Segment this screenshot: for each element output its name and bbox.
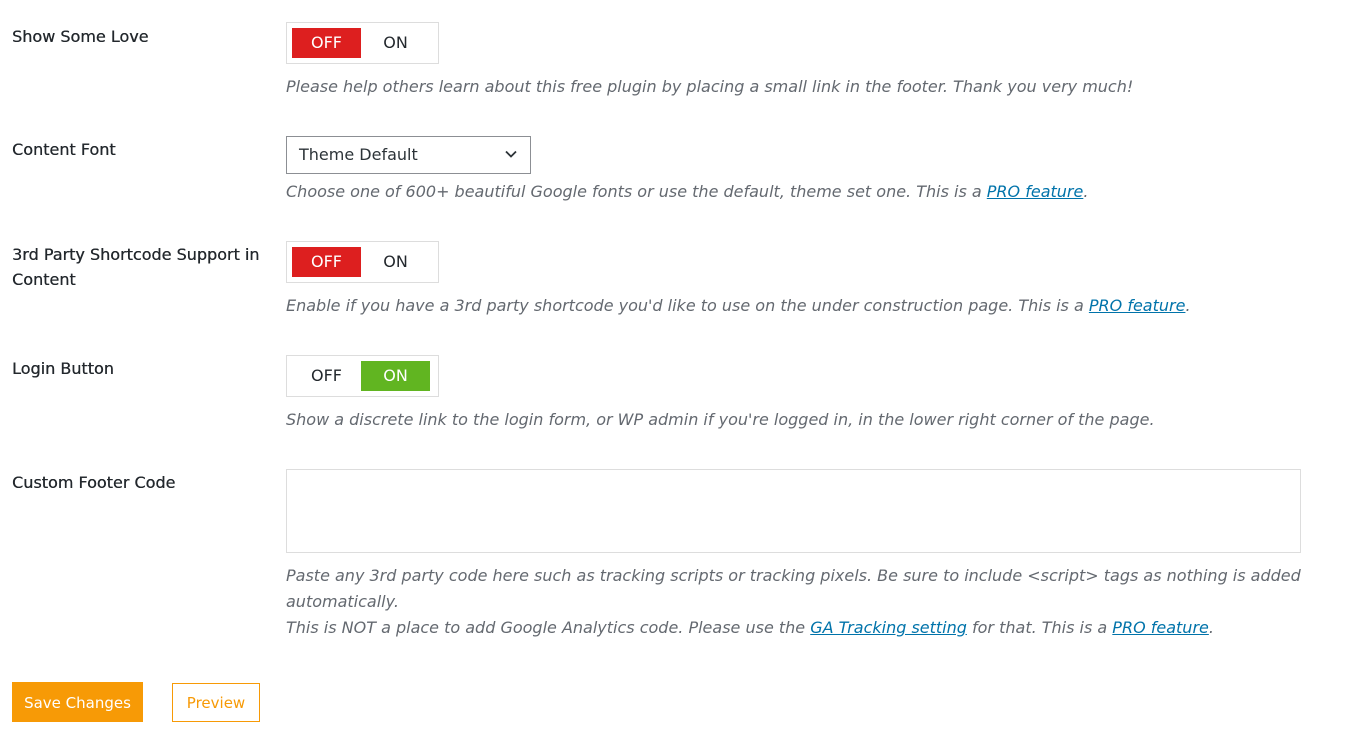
save-changes-button[interactable]: Save Changes: [12, 682, 143, 722]
show-some-love-label: Show Some Love: [12, 27, 149, 46]
content-font-description-text: Choose one of 600+ beautiful Google font…: [286, 182, 987, 201]
content-font-description: Choose one of 600+ beautiful Google font…: [286, 179, 1088, 205]
show-some-love-toggle[interactable]: OFF ON: [286, 22, 439, 64]
shortcode-support-label: 3rd Party Shortcode Support in Content: [12, 245, 260, 289]
show-some-love-description: Please help others learn about this free…: [286, 77, 1134, 96]
custom-footer-code-line3-middle: for that. This is a: [966, 618, 1113, 637]
shortcode-support-description: Enable if you have a 3rd party shortcode…: [286, 293, 1191, 319]
preview-button[interactable]: Preview: [172, 683, 260, 722]
custom-footer-code-description-line2: automatically.: [286, 592, 399, 611]
custom-footer-code-label: Custom Footer Code: [12, 473, 176, 492]
login-button-field: OFF ON Show a discrete link to the login…: [286, 355, 1155, 433]
custom-footer-code-line3-suffix: .: [1208, 618, 1214, 637]
show-some-love-off-option[interactable]: OFF: [292, 28, 361, 58]
custom-footer-code-description-line1: Paste any 3rd party code here such as tr…: [286, 566, 1301, 585]
login-button-toggle[interactable]: OFF ON: [286, 355, 439, 397]
custom-footer-code-textarea[interactable]: [286, 469, 1301, 553]
shortcode-support-pro-link[interactable]: PRO feature: [1089, 296, 1186, 315]
custom-footer-code-field: Paste any 3rd party code here such as tr…: [286, 469, 1301, 641]
content-font-description-suffix: .: [1083, 182, 1089, 201]
show-some-love-field: OFF ON Please help others learn about th…: [286, 22, 1133, 100]
chevron-down-icon: [505, 150, 517, 158]
shortcode-support-toggle[interactable]: OFF ON: [286, 241, 439, 283]
content-font-pro-link[interactable]: PRO feature: [987, 182, 1084, 201]
shortcode-support-off-option[interactable]: OFF: [292, 247, 361, 277]
content-font-selected-value: Theme Default: [299, 145, 418, 164]
shortcode-support-description-suffix: .: [1185, 296, 1191, 315]
login-button-description: Show a discrete link to the login form, …: [286, 410, 1155, 429]
shortcode-support-description-text: Enable if you have a 3rd party shortcode…: [286, 296, 1089, 315]
shortcode-support-field: OFF ON Enable if you have a 3rd party sh…: [286, 241, 1191, 319]
ga-tracking-setting-link[interactable]: GA Tracking setting: [810, 618, 967, 637]
shortcode-support-on-option[interactable]: ON: [361, 247, 430, 277]
settings-page: Show Some Love OFF ON Please help others…: [0, 0, 1364, 746]
login-button-on-option[interactable]: ON: [361, 361, 430, 391]
show-some-love-on-option[interactable]: ON: [361, 28, 430, 58]
login-button-label: Login Button: [12, 359, 114, 378]
custom-footer-code-description-line3: This is NOT a place to add Google Analyt…: [286, 615, 1301, 641]
custom-footer-code-line3-prefix: This is NOT a place to add Google Analyt…: [286, 618, 811, 637]
login-button-off-option[interactable]: OFF: [292, 361, 361, 391]
content-font-label: Content Font: [12, 140, 116, 159]
custom-footer-code-pro-link[interactable]: PRO feature: [1112, 618, 1209, 637]
content-font-select[interactable]: Theme Default: [286, 136, 531, 174]
content-font-field: Theme Default Choose one of 600+ beautif…: [286, 136, 1088, 205]
